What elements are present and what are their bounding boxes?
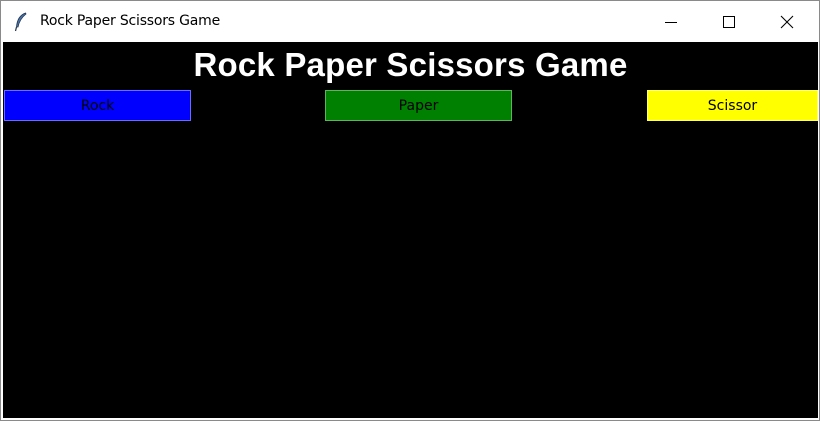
minimize-icon — [665, 22, 677, 23]
app-window: Rock Paper Scissors Game Rock Paper Scis… — [0, 0, 820, 421]
minimize-button[interactable] — [642, 1, 700, 42]
close-button[interactable] — [758, 1, 816, 42]
window-title: Rock Paper Scissors Game — [40, 13, 221, 29]
game-heading: Rock Paper Scissors Game — [193, 46, 628, 83]
close-icon — [780, 15, 794, 29]
rock-button[interactable]: Rock — [4, 90, 191, 121]
paper-button[interactable]: Paper — [325, 90, 512, 121]
maximize-button[interactable] — [700, 1, 758, 42]
game-area: Rock Paper Scissors Game Rock Paper Scis… — [3, 42, 818, 418]
maximize-icon — [723, 16, 735, 28]
title-bar[interactable]: Rock Paper Scissors Game — [1, 1, 819, 42]
scissor-button[interactable]: Scissor — [647, 90, 818, 121]
feather-icon — [14, 12, 28, 32]
